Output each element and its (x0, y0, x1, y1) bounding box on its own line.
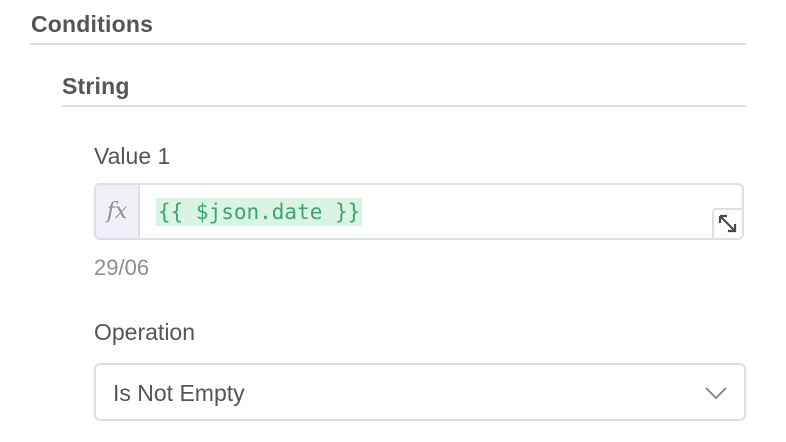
string-title: String (62, 73, 130, 99)
string-section-header: String (62, 62, 746, 107)
conditions-section-header: Conditions (30, 0, 746, 45)
fx-icon: fx (96, 185, 140, 238)
expand-diagonal-icon (718, 214, 737, 233)
value1-expression-input[interactable]: fx {{ $json.date }} (94, 183, 744, 240)
operation-select[interactable]: Is Not Empty (94, 363, 746, 421)
operation-label: Operation (94, 319, 196, 345)
expression-text[interactable]: {{ $json.date }} (156, 198, 363, 226)
conditions-title: Conditions (31, 11, 154, 37)
expression-result-preview: 29/06 (94, 255, 150, 280)
value1-label: Value 1 (94, 143, 171, 169)
chevron-down-icon (705, 387, 727, 400)
operation-selected-value: Is Not Empty (113, 380, 245, 406)
expand-editor-button[interactable] (712, 208, 742, 238)
